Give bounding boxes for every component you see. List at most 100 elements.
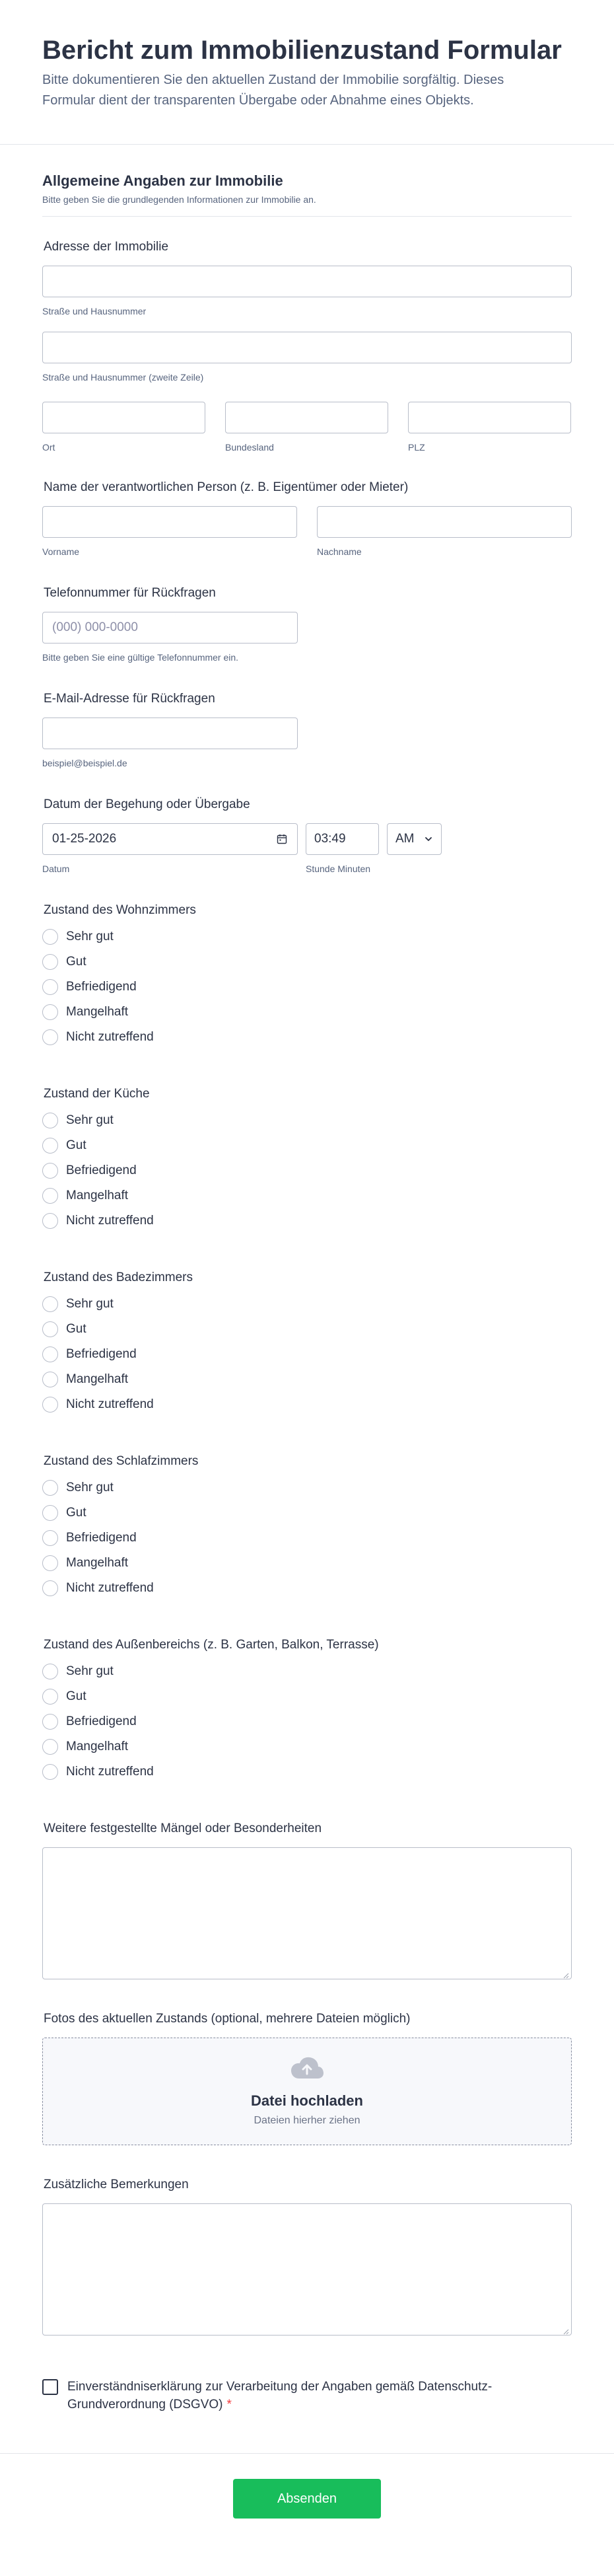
radio-option[interactable]: Sehr gut bbox=[42, 929, 572, 945]
radio-option[interactable]: Nicht zutreffend bbox=[42, 1764, 572, 1780]
last-name-input[interactable] bbox=[317, 506, 572, 538]
radio-option[interactable]: Mangelhaft bbox=[42, 1555, 572, 1571]
defects-field: Weitere festgestellte Mängel oder Besond… bbox=[42, 1821, 572, 1979]
radio-button[interactable] bbox=[42, 1664, 58, 1679]
street-input[interactable] bbox=[42, 266, 572, 297]
radio-option[interactable]: Sehr gut bbox=[42, 1664, 572, 1679]
radio-option[interactable]: Gut bbox=[42, 1321, 572, 1337]
radio-button[interactable] bbox=[42, 1739, 58, 1755]
date-input[interactable]: 01-25-2026 bbox=[42, 823, 298, 855]
radio-option[interactable]: Nicht zutreffend bbox=[42, 1397, 572, 1413]
radio-button[interactable] bbox=[42, 1138, 58, 1154]
time-value: 03:49 bbox=[314, 832, 346, 846]
radio-button[interactable] bbox=[42, 1029, 58, 1045]
street2-input[interactable] bbox=[42, 332, 572, 363]
form-footer: Absenden bbox=[0, 2453, 614, 2548]
radio-option[interactable]: Nicht zutreffend bbox=[42, 1580, 572, 1596]
file-upload-dropzone[interactable]: Datei hochladen Dateien hierher ziehen bbox=[42, 2038, 572, 2145]
radio-button[interactable] bbox=[42, 1555, 58, 1571]
radio-button[interactable] bbox=[42, 1689, 58, 1705]
radio-option[interactable]: Mangelhaft bbox=[42, 1004, 572, 1020]
radio-option[interactable]: Befriedigend bbox=[42, 979, 572, 995]
radio-button[interactable] bbox=[42, 1188, 58, 1204]
radio-button[interactable] bbox=[42, 929, 58, 945]
radio-option[interactable]: Befriedigend bbox=[42, 1346, 572, 1362]
radio-option[interactable]: Mangelhaft bbox=[42, 1739, 572, 1755]
section-title: Allgemeine Angaben zur Immobilie bbox=[42, 172, 283, 189]
radio-label: Gut bbox=[66, 1506, 86, 1520]
radio-button[interactable] bbox=[42, 1714, 58, 1730]
radio-label: Gut bbox=[66, 1322, 86, 1336]
radio-option[interactable]: Gut bbox=[42, 1138, 572, 1154]
living-room-options: Sehr gut Gut Befriedigend Mangelhaft Nic… bbox=[42, 929, 572, 1045]
radio-option[interactable]: Gut bbox=[42, 1689, 572, 1705]
resize-grip-icon[interactable] bbox=[563, 1970, 569, 1979]
radio-option[interactable]: Mangelhaft bbox=[42, 1188, 572, 1204]
defects-textarea[interactable] bbox=[42, 1847, 572, 1979]
radio-option[interactable]: Befriedigend bbox=[42, 1163, 572, 1179]
radio-option[interactable]: Nicht zutreffend bbox=[42, 1213, 572, 1229]
radio-option[interactable]: Sehr gut bbox=[42, 1480, 572, 1496]
email-field: E-Mail-Adresse für Rückfragen beispiel@b… bbox=[42, 691, 572, 769]
radio-label: Nicht zutreffend bbox=[66, 1397, 154, 1411]
city-input[interactable] bbox=[42, 402, 205, 433]
form-header: Bericht zum Immobilienzustand Formular B… bbox=[0, 0, 614, 145]
radio-option[interactable]: Nicht zutreffend bbox=[42, 1029, 572, 1045]
radio-button[interactable] bbox=[42, 1530, 58, 1546]
kitchen-options: Sehr gut Gut Befriedigend Mangelhaft Nic… bbox=[42, 1113, 572, 1229]
radio-button[interactable] bbox=[42, 1321, 58, 1337]
radio-option[interactable]: Befriedigend bbox=[42, 1530, 572, 1546]
radio-button[interactable] bbox=[42, 1397, 58, 1413]
date-col: 01-25-2026 Datum bbox=[42, 823, 298, 875]
radio-button[interactable] bbox=[42, 1580, 58, 1596]
radio-button[interactable] bbox=[42, 1505, 58, 1521]
radio-option[interactable]: Gut bbox=[42, 1505, 572, 1521]
radio-button[interactable] bbox=[42, 1346, 58, 1362]
radio-label: Sehr gut bbox=[66, 1297, 114, 1311]
radio-label: Nicht zutreffend bbox=[66, 1214, 154, 1228]
remarks-label: Zusätzliche Bemerkungen bbox=[44, 2178, 189, 2191]
radio-button[interactable] bbox=[42, 1296, 58, 1312]
phone-input[interactable] bbox=[42, 612, 298, 644]
radio-button[interactable] bbox=[42, 1764, 58, 1780]
defects-label: Weitere festgestellte Mängel oder Besond… bbox=[44, 1822, 322, 1835]
outdoor-options: Sehr gut Gut Befriedigend Mangelhaft Nic… bbox=[42, 1664, 572, 1780]
radio-button[interactable] bbox=[42, 1113, 58, 1128]
radio-label: Befriedigend bbox=[66, 1531, 137, 1545]
consent-checkbox[interactable] bbox=[42, 2379, 58, 2395]
radio-option[interactable]: Sehr gut bbox=[42, 1296, 572, 1312]
radio-label: Sehr gut bbox=[66, 1664, 114, 1678]
radio-option[interactable]: Sehr gut bbox=[42, 1113, 572, 1128]
radio-button[interactable] bbox=[42, 1213, 58, 1229]
consent-field: Einverständniserklärung zur Verarbeitung… bbox=[42, 2378, 572, 2413]
calendar-icon[interactable] bbox=[276, 833, 288, 845]
radio-option[interactable]: Befriedigend bbox=[42, 1714, 572, 1730]
radio-button[interactable] bbox=[42, 979, 58, 995]
phone-sublabel: Bitte geben Sie eine gültige Telefonnumm… bbox=[42, 652, 239, 663]
time-input[interactable]: 03:49 bbox=[306, 823, 379, 855]
first-name-sublabel: Vorname bbox=[42, 546, 80, 557]
radio-button[interactable] bbox=[42, 1004, 58, 1020]
radio-button[interactable] bbox=[42, 1480, 58, 1496]
state-input[interactable] bbox=[225, 402, 388, 433]
ampm-select[interactable]: AM bbox=[387, 823, 442, 855]
first-name-col: Vorname bbox=[42, 506, 297, 558]
outdoor-field: Zustand des Außenbereichs (z. B. Garten,… bbox=[42, 1637, 572, 1780]
resize-grip-icon[interactable] bbox=[563, 2326, 569, 2335]
form-section: Allgemeine Angaben zur Immobilie Bitte g… bbox=[0, 145, 614, 2413]
zip-input[interactable] bbox=[408, 402, 571, 433]
radio-button[interactable] bbox=[42, 1163, 58, 1179]
remarks-textarea[interactable] bbox=[42, 2203, 572, 2336]
radio-button[interactable] bbox=[42, 954, 58, 970]
city-col: Ort bbox=[42, 402, 205, 453]
bathroom-field: Zustand des Badezimmers Sehr gut Gut Bef… bbox=[42, 1270, 572, 1413]
kitchen-field: Zustand der Küche Sehr gut Gut Befriedig… bbox=[42, 1086, 572, 1229]
radio-button[interactable] bbox=[42, 1372, 58, 1387]
first-name-input[interactable] bbox=[42, 506, 297, 538]
submit-button[interactable]: Absenden bbox=[233, 2479, 381, 2519]
radio-option[interactable]: Mangelhaft bbox=[42, 1372, 572, 1387]
radio-option[interactable]: Gut bbox=[42, 954, 572, 970]
outdoor-label: Zustand des Außenbereichs (z. B. Garten,… bbox=[44, 1638, 379, 1652]
street-sublabel: Straße und Hausnummer bbox=[42, 306, 147, 316]
email-input[interactable] bbox=[42, 718, 298, 749]
